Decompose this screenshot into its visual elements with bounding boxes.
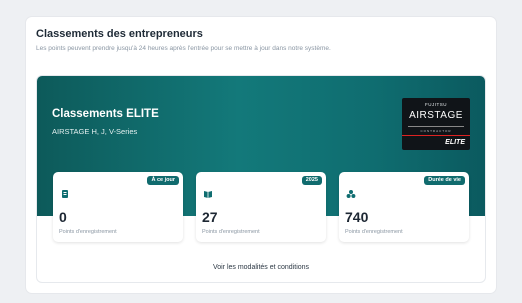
terms-link[interactable]: Voir les modalités et conditions — [37, 264, 485, 271]
logo-tier: ELITE — [445, 139, 465, 146]
book-icon — [204, 191, 212, 198]
stat-label: Points d'enregistrement — [59, 229, 117, 235]
stat-label: Points d'enregistrement — [345, 229, 403, 235]
logo-program: CONTRACTOR — [420, 129, 452, 133]
cluster-icon — [346, 190, 356, 198]
page-title: Classements des entrepreneurs — [36, 28, 203, 40]
register-icon — [62, 190, 68, 198]
stat-label: Points d'enregistrement — [202, 229, 260, 235]
logo-divider — [408, 126, 464, 127]
status-badge: 2025 — [301, 176, 322, 185]
status-badge: Durée de vie — [424, 176, 465, 185]
page-subtitle: Les points peuvent prendre jusqu'à 24 he… — [36, 45, 331, 52]
banner-subtitle: AIRSTAGE H, J, V-Series — [52, 127, 138, 136]
status-badge: À ce jour — [147, 176, 179, 185]
elite-rankings-card: Classements ELITE AIRSTAGE H, J, V-Serie… — [36, 75, 486, 283]
airstage-elite-logo: FUJITSU AIRSTAGE CONTRACTOR ELITE — [402, 98, 470, 150]
stat-value: 0 — [59, 209, 67, 225]
stat-card-2025: 2025 27 Points d'enregistrement — [196, 172, 326, 242]
stat-value: 27 — [202, 209, 218, 225]
rankings-panel: Classements des entrepreneurs Les points… — [26, 17, 496, 293]
banner-title: Classements ELITE — [52, 108, 159, 120]
logo-product: AIRSTAGE — [409, 110, 463, 121]
logo-brand: FUJITSU — [425, 102, 447, 107]
stat-card-to-date: À ce jour 0 Points d'enregistrement — [53, 172, 183, 242]
logo-accent-bar — [402, 135, 470, 136]
stat-card-lifetime: Durée de vie 740 Points d'enregistrement — [339, 172, 469, 242]
stat-value: 740 — [345, 209, 369, 225]
